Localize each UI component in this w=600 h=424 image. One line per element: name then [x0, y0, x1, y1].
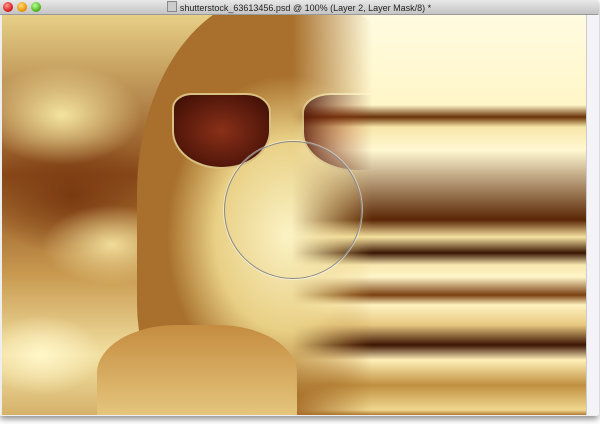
portrait-shoulder: [97, 325, 297, 415]
document-window: shutterstock_63613456.psd @ 100% (Layer …: [0, 0, 599, 416]
image-canvas[interactable]: [2, 15, 586, 415]
window-title: shutterstock_63613456.psd @ 100% (Layer …: [179, 3, 432, 13]
document-icon: [166, 1, 177, 12]
title-bar[interactable]: shutterstock_63613456.psd @ 100% (Layer …: [0, 0, 598, 15]
vertical-scrollbar[interactable]: [586, 15, 599, 415]
window-title-wrap: shutterstock_63613456.psd @ 100% (Layer …: [0, 1, 598, 13]
brush-cursor-icon: [224, 141, 362, 279]
